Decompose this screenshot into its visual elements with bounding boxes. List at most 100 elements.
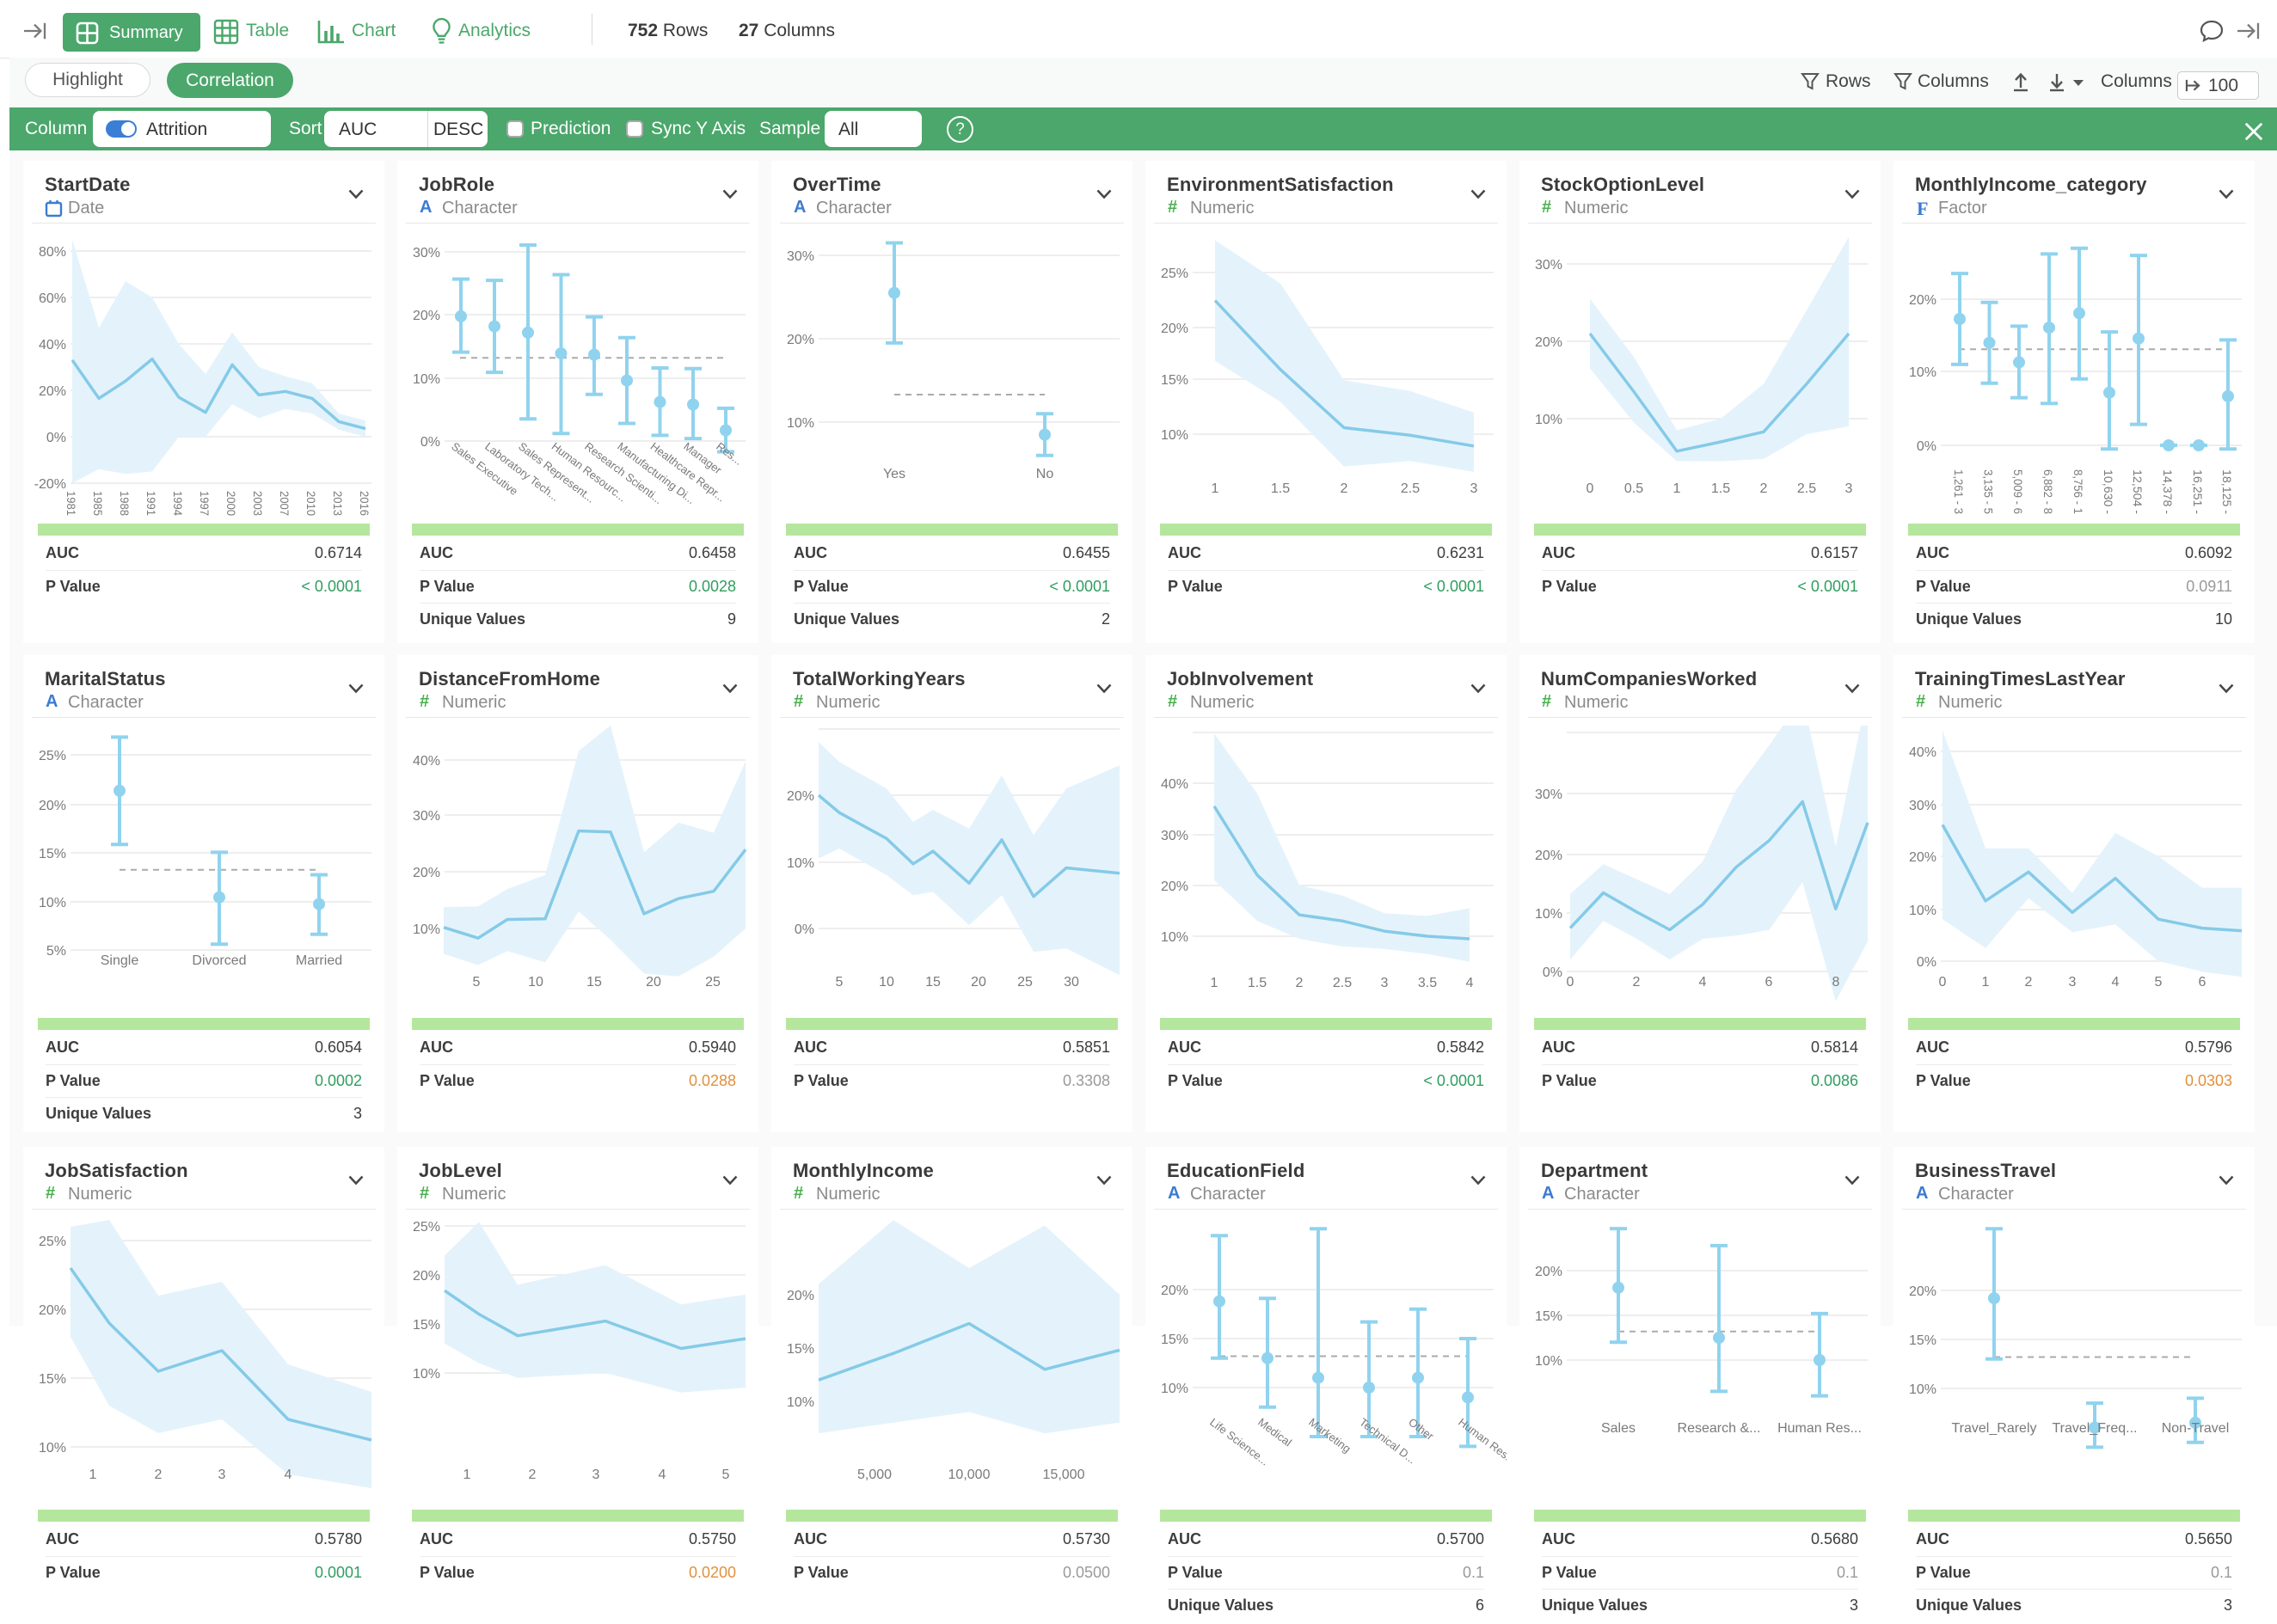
svg-text:25%: 25% — [39, 749, 66, 763]
svg-text:3: 3 — [1381, 976, 1389, 990]
svg-text:20%: 20% — [1535, 335, 1562, 350]
svg-text:30%: 30% — [1161, 829, 1188, 843]
svg-text:0: 0 — [1567, 975, 1574, 990]
svg-text:2000: 2000 — [224, 491, 238, 516]
svg-text:15%: 15% — [1535, 1309, 1562, 1324]
svg-text:40%: 40% — [1161, 777, 1188, 792]
svg-text:30%: 30% — [787, 249, 814, 264]
svg-text:18,125 -: 18,125 - — [2220, 469, 2234, 514]
svg-text:25%: 25% — [413, 1220, 440, 1235]
svg-text:25: 25 — [705, 975, 721, 990]
svg-text:10%: 10% — [39, 1441, 66, 1455]
svg-text:2: 2 — [1760, 481, 1768, 496]
svg-text:40%: 40% — [413, 754, 440, 769]
svg-text:15%: 15% — [1161, 1333, 1188, 1347]
svg-text:Travel_Freq...: Travel_Freq... — [2053, 1421, 2138, 1436]
svg-text:20%: 20% — [1161, 322, 1188, 336]
svg-text:1991: 1991 — [144, 491, 158, 516]
svg-text:25%: 25% — [39, 1235, 66, 1249]
svg-text:1.5: 1.5 — [1248, 976, 1267, 990]
svg-text:1,261 - 3: 1,261 - 3 — [1952, 469, 1966, 514]
svg-text:1997: 1997 — [198, 491, 212, 516]
svg-text:4: 4 — [2112, 975, 2120, 990]
svg-text:40%: 40% — [39, 338, 66, 352]
svg-text:1.5: 1.5 — [1271, 481, 1290, 496]
svg-text:6: 6 — [1765, 975, 1773, 990]
svg-text:1: 1 — [1211, 976, 1218, 990]
svg-text:15%: 15% — [1161, 373, 1188, 388]
svg-text:0: 0 — [1587, 481, 1594, 496]
svg-text:2.5: 2.5 — [1333, 976, 1352, 990]
svg-text:15: 15 — [925, 975, 941, 990]
svg-text:2: 2 — [2025, 975, 2033, 990]
svg-text:8: 8 — [1832, 975, 1840, 990]
svg-text:40%: 40% — [1909, 745, 1936, 760]
svg-text:20: 20 — [646, 975, 661, 990]
svg-text:15%: 15% — [39, 847, 66, 861]
svg-text:3: 3 — [1845, 481, 1853, 496]
svg-text:15%: 15% — [1909, 1333, 1936, 1348]
svg-text:8,756 - 1: 8,756 - 1 — [2071, 469, 2085, 514]
svg-text:30: 30 — [1064, 975, 1079, 990]
svg-text:20%: 20% — [39, 799, 66, 813]
svg-text:10%: 10% — [787, 856, 814, 871]
svg-text:10: 10 — [879, 975, 894, 990]
svg-text:10%: 10% — [413, 1367, 440, 1382]
svg-text:2: 2 — [155, 1468, 163, 1482]
svg-text:Non-Travel: Non-Travel — [2162, 1421, 2230, 1436]
svg-text:2007: 2007 — [278, 491, 292, 516]
svg-text:0.5: 0.5 — [1624, 481, 1643, 496]
svg-text:20%: 20% — [787, 789, 814, 804]
svg-text:6,882 - 8: 6,882 - 8 — [2041, 469, 2055, 514]
svg-text:10%: 10% — [413, 922, 440, 937]
svg-text:20%: 20% — [787, 1289, 814, 1303]
svg-text:0%: 0% — [795, 922, 814, 937]
svg-text:20%: 20% — [1161, 879, 1188, 894]
svg-text:3: 3 — [2069, 975, 2077, 990]
svg-text:10%: 10% — [39, 896, 66, 910]
svg-text:5: 5 — [836, 975, 844, 990]
svg-text:10%: 10% — [787, 416, 814, 431]
svg-text:20%: 20% — [1909, 1284, 1936, 1299]
svg-text:10%: 10% — [1161, 428, 1188, 443]
svg-text:10: 10 — [528, 975, 543, 990]
svg-text:10,000: 10,000 — [948, 1468, 991, 1482]
svg-text:20%: 20% — [1909, 850, 1936, 865]
svg-text:Divorced: Divorced — [192, 953, 246, 968]
svg-text:0: 0 — [1939, 975, 1947, 990]
svg-text:5: 5 — [722, 1468, 730, 1482]
svg-text:-20%: -20% — [34, 477, 66, 492]
svg-text:10%: 10% — [1535, 907, 1562, 922]
svg-text:0%: 0% — [420, 435, 440, 450]
svg-text:6: 6 — [2199, 975, 2206, 990]
svg-text:5: 5 — [473, 975, 481, 990]
svg-text:10%: 10% — [787, 1395, 814, 1410]
svg-text:25: 25 — [1017, 975, 1033, 990]
svg-text:3: 3 — [592, 1468, 600, 1482]
svg-text:80%: 80% — [39, 245, 66, 260]
svg-text:Research &...: Research &... — [1678, 1421, 1761, 1436]
svg-text:3: 3 — [218, 1468, 226, 1482]
svg-text:2016: 2016 — [358, 491, 371, 516]
svg-text:10%: 10% — [1909, 1382, 1936, 1397]
svg-text:2.5: 2.5 — [1797, 481, 1816, 496]
svg-text:5,009 - 6: 5,009 - 6 — [2011, 469, 2025, 514]
svg-text:16,251 -: 16,251 - — [2191, 469, 2205, 514]
svg-text:20%: 20% — [1535, 1265, 1562, 1279]
svg-text:20%: 20% — [413, 866, 440, 880]
svg-text:2: 2 — [529, 1468, 537, 1482]
svg-text:4: 4 — [285, 1468, 292, 1482]
svg-text:12,504 -: 12,504 - — [2131, 469, 2145, 514]
svg-text:1: 1 — [463, 1468, 471, 1482]
svg-text:15,000: 15,000 — [1043, 1468, 1085, 1482]
svg-text:0%: 0% — [1917, 439, 1936, 454]
svg-text:1985: 1985 — [91, 491, 105, 516]
svg-text:1981: 1981 — [64, 491, 78, 516]
svg-text:3: 3 — [1470, 481, 1478, 496]
svg-text:10,630 -: 10,630 - — [2102, 469, 2115, 514]
svg-text:10%: 10% — [1909, 365, 1936, 380]
svg-text:30%: 30% — [1909, 799, 1936, 813]
svg-text:10%: 10% — [1161, 930, 1188, 945]
svg-text:Human Res...: Human Res... — [1456, 1415, 1507, 1467]
svg-text:10%: 10% — [413, 372, 440, 387]
